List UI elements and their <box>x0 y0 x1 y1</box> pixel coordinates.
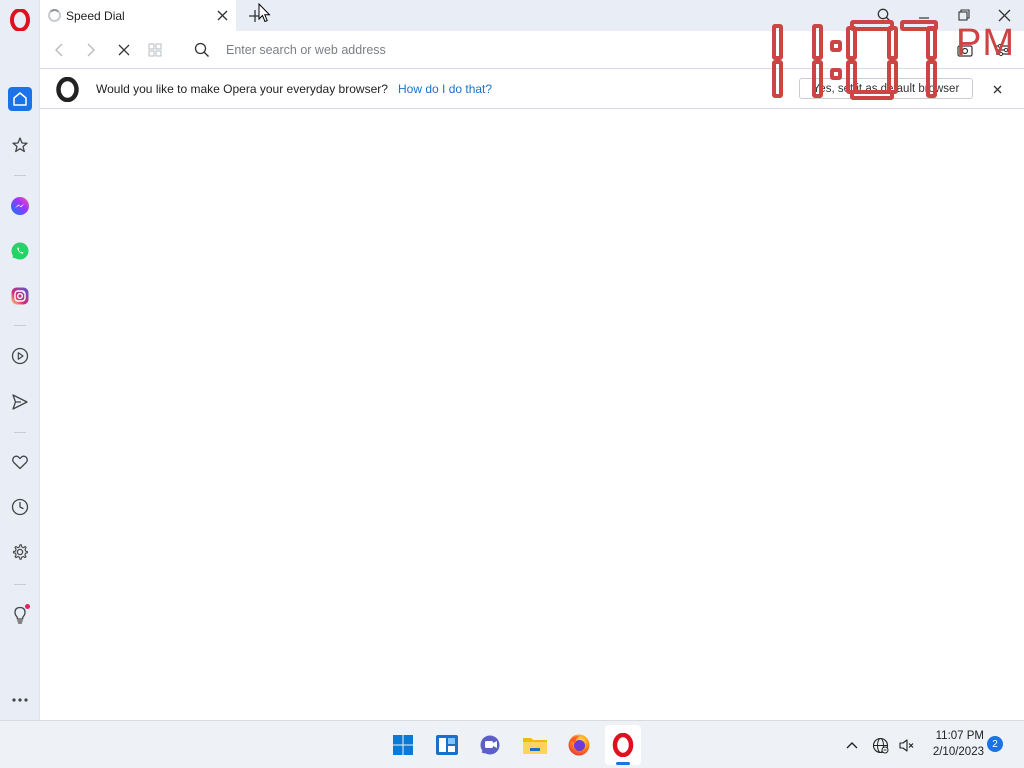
star-icon[interactable] <box>8 133 32 157</box>
opera-logo-icon <box>55 76 80 103</box>
back-icon[interactable] <box>48 39 70 61</box>
send-icon[interactable] <box>8 390 32 414</box>
instagram-icon[interactable] <box>8 284 32 308</box>
notification-dot <box>25 604 30 609</box>
tab-title: Speed Dial <box>66 8 125 23</box>
gear-icon[interactable] <box>8 540 32 564</box>
more-icon[interactable] <box>8 688 32 712</box>
forward-icon[interactable] <box>80 39 102 61</box>
tab-overview-icon[interactable] <box>144 39 166 61</box>
globe-network-icon[interactable] <box>870 735 890 755</box>
tray-time: 11:07 PM <box>935 730 984 742</box>
tray-date: 2/10/2023 <box>932 746 984 758</box>
clock-datetime[interactable]: 11:07 PM 2/10/2023 <box>924 728 984 760</box>
opera-menu-icon[interactable] <box>9 8 31 32</box>
home-icon[interactable] <box>8 87 32 111</box>
tab-speed-dial[interactable]: Speed Dial <box>40 0 236 31</box>
how-do-i-link[interactable]: How do I do that? <box>398 82 492 96</box>
sidebar-divider <box>14 175 26 176</box>
opera-icon[interactable] <box>609 731 637 759</box>
search-icon <box>191 39 213 61</box>
mouse-cursor-icon <box>258 2 272 29</box>
clock-period: PM <box>956 22 1015 64</box>
clock-overlay: PM <box>770 20 1024 100</box>
heart-icon[interactable] <box>8 450 32 474</box>
whatsapp-icon[interactable] <box>8 239 32 263</box>
chevron-up-icon[interactable] <box>842 735 862 755</box>
loading-spinner-icon <box>48 9 61 22</box>
clock-icon[interactable] <box>8 495 32 519</box>
firefox-icon[interactable] <box>565 731 593 759</box>
sidebar <box>0 0 40 720</box>
volume-muted-icon[interactable] <box>896 735 916 755</box>
stop-loading-icon[interactable] <box>113 39 135 61</box>
notification-badge[interactable]: 2 <box>987 736 1003 752</box>
active-app-indicator <box>616 762 630 765</box>
taskbar: 11:07 PM 2/10/2023 2 <box>0 720 1024 768</box>
widgets-icon[interactable] <box>433 731 461 759</box>
address-input[interactable] <box>226 40 746 60</box>
tab-close-icon[interactable] <box>212 6 232 26</box>
sidebar-divider <box>14 325 26 326</box>
chat-icon[interactable] <box>477 731 505 759</box>
clock-digits-icon <box>772 20 938 100</box>
opera-window: Speed Dial Enter search or web address W… <box>0 0 1024 768</box>
sidebar-divider <box>14 432 26 433</box>
lightbulb-icon[interactable] <box>8 603 32 627</box>
page-content <box>41 110 1024 720</box>
sidebar-divider <box>14 584 26 585</box>
folder-icon[interactable] <box>521 731 549 759</box>
notification-message: Would you like to make Opera your everyd… <box>96 82 388 96</box>
messenger-icon[interactable] <box>8 194 32 218</box>
windows-icon[interactable] <box>389 731 417 759</box>
play-icon[interactable] <box>8 344 32 368</box>
